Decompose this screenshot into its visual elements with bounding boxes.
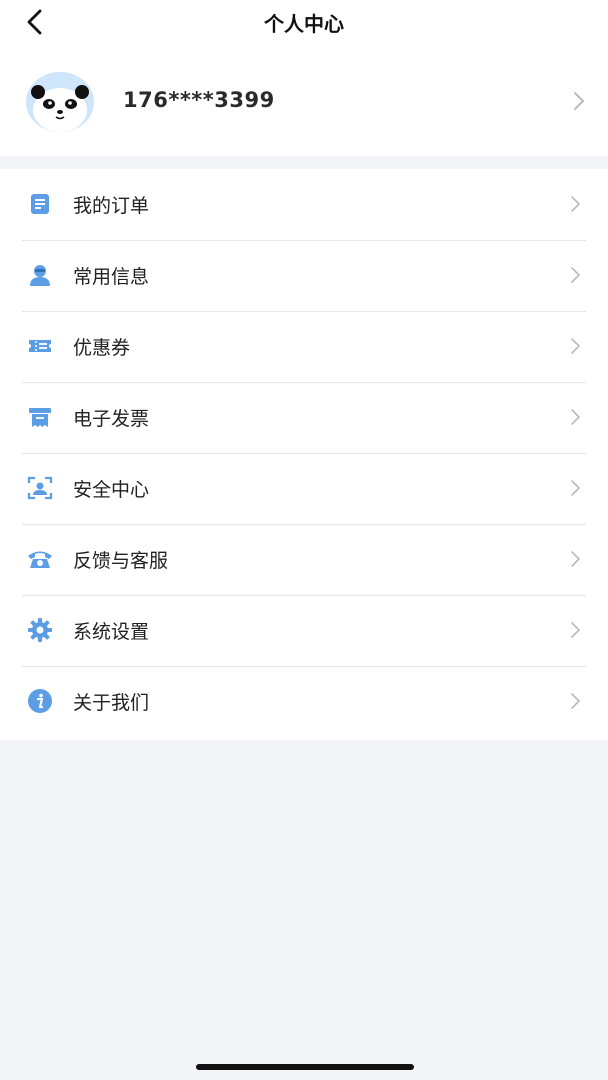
chevron-right-icon: [571, 267, 580, 283]
phone-service-icon: [28, 551, 52, 568]
menu-item-common-info[interactable]: 常用信息: [22, 240, 586, 312]
chevron-right-icon: [571, 338, 580, 354]
chevron-right-icon: [571, 480, 580, 496]
user-info-icon: [30, 265, 50, 286]
chevron-right-icon: [574, 92, 584, 110]
menu-item-system-settings[interactable]: 系统设置: [22, 595, 586, 667]
panda-avatar-icon: [26, 72, 94, 132]
menu-item-label: 优惠券: [73, 337, 131, 359]
navigation-bar: 个人中心: [0, 0, 608, 46]
menu-item-label: 我的订单: [73, 195, 150, 217]
menu-item-e-invoice[interactable]: 电子发票: [22, 382, 586, 454]
home-indicator[interactable]: [196, 1064, 414, 1070]
page-title: 个人中心: [264, 12, 344, 36]
menu-item-label: 常用信息: [73, 266, 150, 288]
chevron-right-icon: [571, 409, 580, 425]
menu-item-security-center[interactable]: 安全中心: [22, 453, 586, 525]
menu-item-orders[interactable]: 我的订单: [22, 169, 586, 241]
chevron-right-icon: [571, 196, 580, 212]
profile-card[interactable]: 176****3399: [0, 46, 608, 156]
order-icon: [31, 194, 49, 214]
chevron-right-icon: [571, 693, 580, 709]
menu-item-label: 反馈与客服: [73, 550, 169, 572]
user-phone: 176****3399: [123, 88, 275, 112]
security-icon: [27, 476, 53, 500]
invoice-icon: [29, 408, 51, 427]
menu-item-label: 系统设置: [73, 621, 150, 643]
coupon-icon: [29, 340, 51, 352]
avatar[interactable]: [26, 72, 94, 132]
settings-icon: [28, 618, 52, 642]
chevron-right-icon: [571, 551, 580, 567]
menu-item-label: 安全中心: [73, 479, 150, 501]
menu-item-feedback-service[interactable]: 反馈与客服: [22, 524, 586, 596]
menu-item-about-us[interactable]: 关于我们: [22, 666, 586, 737]
menu-item-coupons[interactable]: 优惠券: [22, 311, 586, 383]
menu-item-label: 关于我们: [73, 692, 150, 714]
info-icon: [28, 689, 52, 713]
menu-item-label: 电子发票: [73, 408, 150, 430]
chevron-right-icon: [571, 622, 580, 638]
menu-list: 我的订单 常用信息 优惠券 电子发票 安全中心 反馈与客服 系统设置 关于我们: [0, 169, 608, 740]
